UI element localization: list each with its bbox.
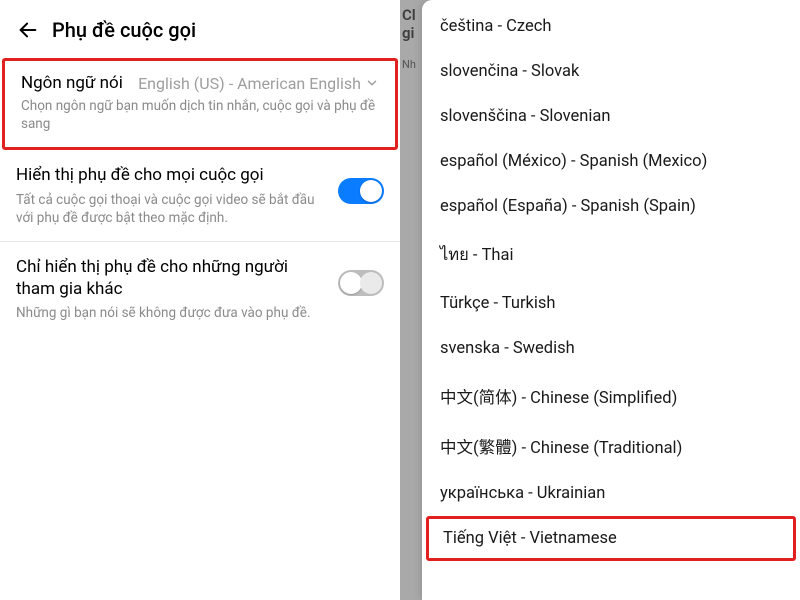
language-option[interactable]: español (España) - Spanish (Spain) bbox=[422, 184, 800, 229]
spoken-language-value: English (US) - American English bbox=[138, 74, 379, 93]
language-picker-pane: Clgi Nh čeština - Czechslovenčina - Slov… bbox=[400, 0, 800, 600]
language-option[interactable]: 中文(简体) - Chinese (Simplified) bbox=[422, 371, 800, 421]
spoken-language-desc: Chọn ngôn ngữ bạn muốn dịch tin nhắn, cu… bbox=[21, 97, 379, 133]
language-option[interactable]: Tiếng Việt - Vietnamese bbox=[426, 516, 796, 561]
show-captions-all-desc: Tất cả cuộc gọi thoại và cuộc gọi video … bbox=[16, 191, 326, 227]
show-captions-all-title: Hiển thị phụ đề cho mọi cuộc gọi bbox=[16, 164, 326, 186]
spoken-language-label: Ngôn ngữ nói bbox=[21, 73, 131, 93]
toggle-knob-shadow bbox=[360, 272, 382, 294]
language-list: čeština - Czechslovenčina - Slovaksloven… bbox=[422, 0, 800, 565]
show-captions-others-row: Chỉ hiển thị phụ đề cho những người tham… bbox=[0, 242, 400, 336]
language-option[interactable]: Türkçe - Turkish bbox=[422, 281, 800, 326]
chevron-down-icon bbox=[365, 76, 379, 90]
header: Phụ đề cuộc gọi bbox=[0, 0, 400, 58]
arrow-left-icon bbox=[17, 19, 39, 41]
language-sheet: čeština - Czechslovenčina - Slovaksloven… bbox=[422, 0, 800, 600]
language-option[interactable]: 中文(繁體) - Chinese (Traditional) bbox=[422, 421, 800, 471]
language-option[interactable]: slovenčina - Slovak bbox=[422, 49, 800, 94]
language-option[interactable]: español (México) - Spanish (Mexico) bbox=[422, 139, 800, 184]
language-option[interactable]: ไทย - Thai bbox=[422, 229, 800, 281]
language-option[interactable]: slovenščina - Slovenian bbox=[422, 94, 800, 139]
backdrop-line1b: gi bbox=[402, 24, 414, 42]
back-button[interactable] bbox=[12, 14, 44, 46]
show-captions-others-title: Chỉ hiển thị phụ đề cho những người tham… bbox=[16, 256, 326, 300]
spoken-language-value-text: English (US) - American English bbox=[138, 74, 361, 93]
settings-pane: Phụ đề cuộc gọi Ngôn ngữ nói English (US… bbox=[0, 0, 400, 600]
backdrop-line1a: Cl bbox=[402, 6, 416, 24]
show-captions-others-toggle[interactable] bbox=[338, 270, 384, 296]
backdrop-line2: Nh bbox=[402, 58, 420, 71]
language-option[interactable]: čeština - Czech bbox=[422, 4, 800, 49]
show-captions-all-toggle[interactable] bbox=[338, 178, 384, 204]
show-captions-all-row: Hiển thị phụ đề cho mọi cuộc gọi Tất cả … bbox=[0, 150, 400, 242]
page-title: Phụ đề cuộc gọi bbox=[52, 18, 196, 42]
toggle-knob bbox=[360, 180, 382, 202]
show-captions-others-desc: Những gì bạn nói sẽ không được đưa vào p… bbox=[16, 304, 326, 322]
language-option[interactable]: svenska - Swedish bbox=[422, 326, 800, 371]
language-option[interactable]: українська - Ukrainian bbox=[422, 471, 800, 516]
backdrop-text: Clgi Nh bbox=[400, 0, 422, 600]
toggle-knob bbox=[340, 272, 362, 294]
spoken-language-row[interactable]: Ngôn ngữ nói English (US) - American Eng… bbox=[2, 58, 398, 150]
